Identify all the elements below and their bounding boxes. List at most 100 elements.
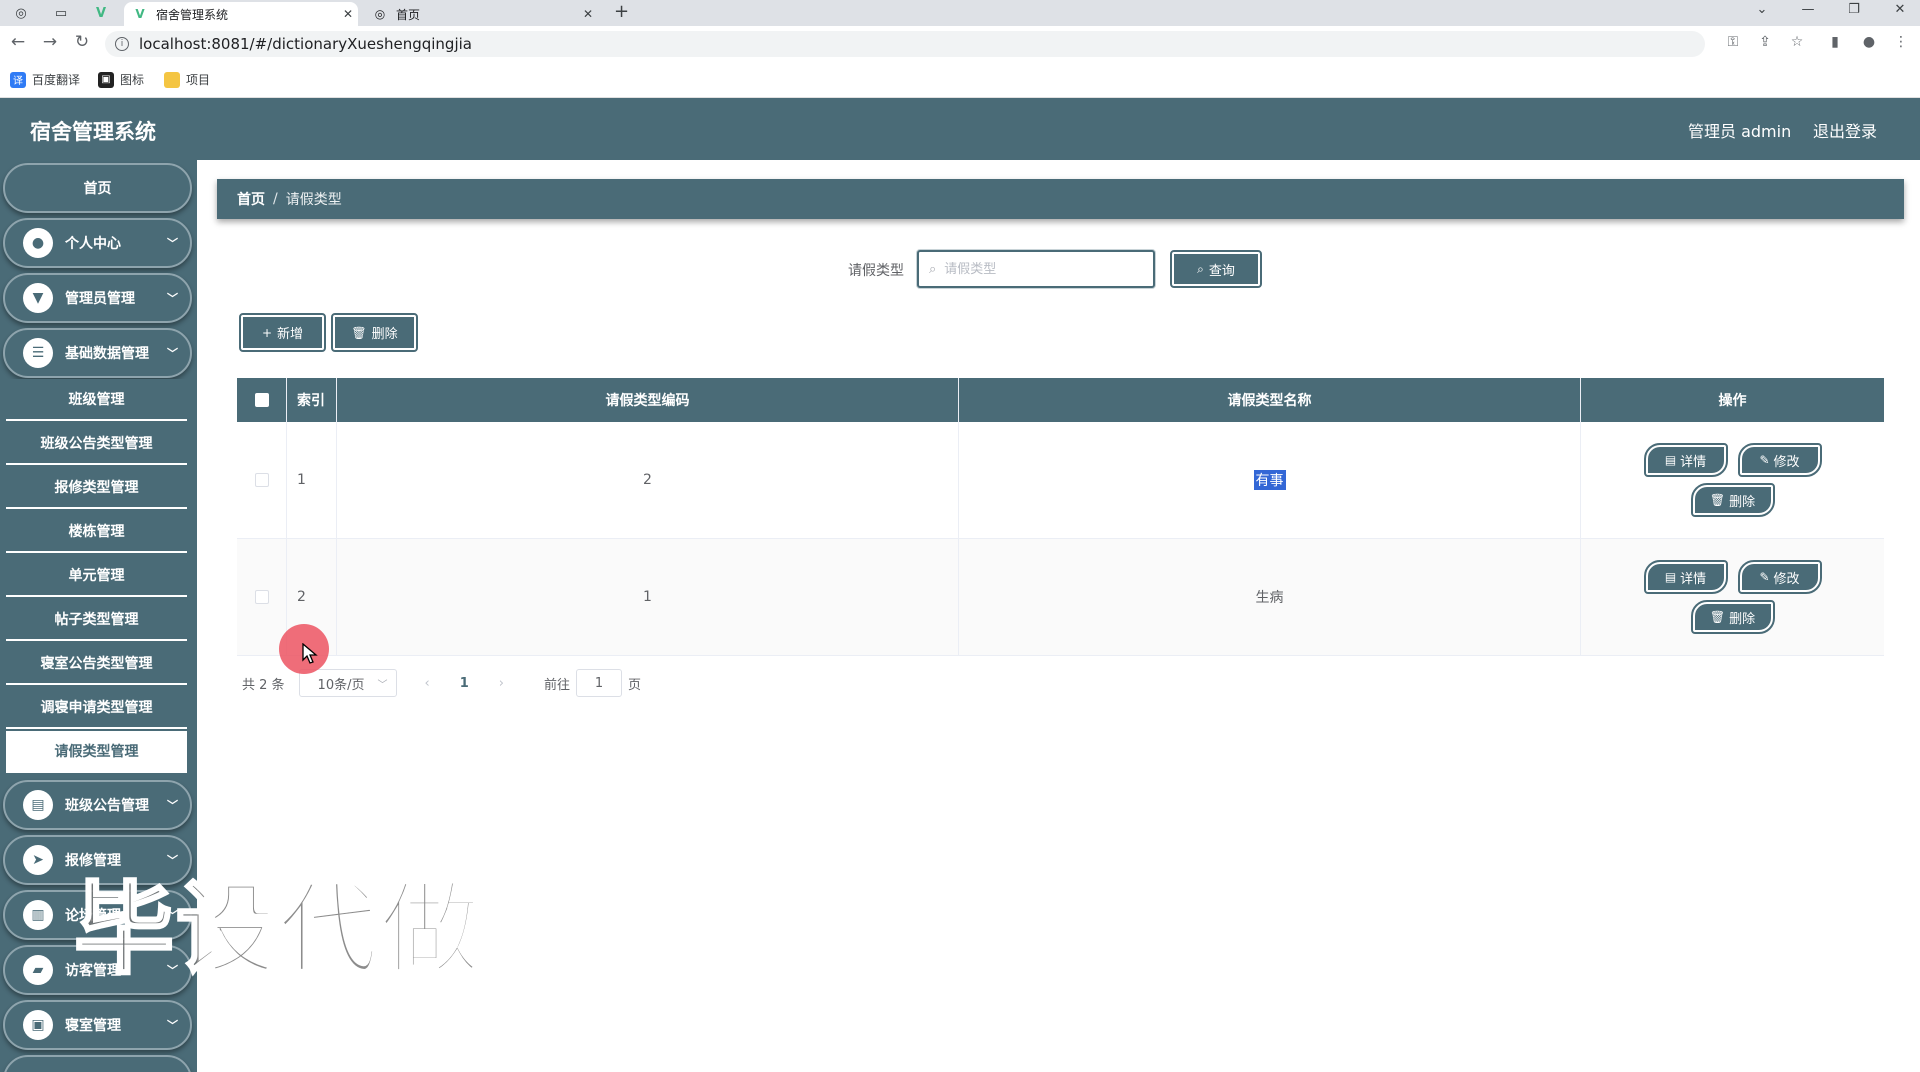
delete-button[interactable]: 🗑 删除: [1690, 600, 1775, 634]
submenu-unit[interactable]: 单元管理: [6, 555, 187, 597]
detail-label: 详情: [1680, 571, 1707, 587]
search-icon: ⌕: [929, 261, 937, 277]
back-icon[interactable]: ←: [6, 32, 30, 52]
tab-home[interactable]: ◎ 首页 ✕: [364, 2, 598, 26]
row-checkbox[interactable]: [254, 473, 269, 487]
goto-unit: 页: [628, 677, 642, 693]
bookmarks-bar: 译 百度翻译 ▣ 图标 项目: [0, 62, 1920, 98]
chevron-down-icon: ﹀: [167, 854, 178, 867]
vue-icon: V: [135, 7, 145, 21]
detail-button[interactable]: ▤ 详情: [1643, 443, 1728, 477]
search-field[interactable]: ⌕: [917, 250, 1155, 288]
sidebar-item-home[interactable]: 首页: [3, 163, 192, 213]
edit-label: 修改: [1773, 571, 1800, 587]
app-title: 宿舍管理系统: [30, 120, 156, 144]
page-number[interactable]: 1: [460, 676, 469, 691]
sidebar-item-dorm[interactable]: ▣ 寝室管理 ﹀: [3, 1000, 192, 1050]
chevron-down-icon[interactable]: ⌄: [1742, 2, 1782, 17]
forward-icon[interactable]: →: [38, 32, 62, 52]
search-button[interactable]: ⌕ 查询: [1170, 250, 1262, 288]
translate-icon: 译: [10, 71, 26, 88]
sidebar-item-more[interactable]: [3, 1055, 192, 1072]
header-name: 请假类型名称: [959, 378, 1581, 422]
url-text: localhost:8081/#/dictionaryXueshengqingj…: [139, 35, 472, 53]
sidebar-item-class-notice[interactable]: ▤ 班级公告管理 ﹀: [3, 780, 192, 830]
add-button[interactable]: + 新增: [239, 313, 326, 352]
tab-title: 宿舍管理系统: [156, 7, 229, 22]
chevron-down-icon: ﹀: [167, 799, 178, 812]
sidebar-item-basic-data[interactable]: ☰ 基础数据管理 ﹀: [3, 328, 192, 378]
submenu-post-type[interactable]: 帖子类型管理: [6, 599, 187, 641]
clipboard-icon: ▤: [23, 790, 53, 820]
row-select-cell: [237, 422, 287, 538]
submenu-room-change-type[interactable]: 调寝申请类型管理: [6, 687, 187, 729]
row-checkbox[interactable]: [254, 590, 269, 604]
window-close-icon[interactable]: ✕: [1880, 2, 1920, 17]
admin-icon: ▼: [23, 283, 53, 313]
row-index: 1: [287, 422, 337, 538]
edit-button[interactable]: ✎ 修改: [1737, 560, 1822, 594]
close-icon[interactable]: ✕: [338, 7, 358, 21]
edit-button[interactable]: ✎ 修改: [1737, 443, 1822, 477]
minimize-icon[interactable]: —: [1788, 2, 1828, 17]
delete-label: 删除: [1729, 611, 1756, 627]
chevron-down-icon: ﹀: [167, 347, 178, 360]
profile-icon[interactable]: ●: [1858, 34, 1880, 50]
submenu-class[interactable]: 班级管理: [6, 379, 187, 421]
select-all-checkbox[interactable]: [254, 393, 269, 407]
page-size-select[interactable]: 10条/页 ﹀: [298, 669, 397, 697]
search-input[interactable]: [944, 261, 1125, 277]
star-icon[interactable]: ☆: [1786, 34, 1808, 50]
next-page-icon[interactable]: ›: [499, 676, 504, 691]
list-icon: ☰: [23, 338, 53, 368]
blank-tab-icon[interactable]: ▭: [48, 4, 74, 22]
close-icon[interactable]: ✕: [578, 7, 598, 21]
submenu-building[interactable]: 楼栋管理: [6, 511, 187, 553]
mouse-pointer-icon: [302, 643, 318, 664]
info-icon[interactable]: i: [115, 37, 129, 51]
bookmark-baidu-translate[interactable]: 译 百度翻译: [10, 71, 80, 88]
row-name: 生病: [959, 539, 1581, 655]
row-actions: ▤ 详情 ✎ 修改 🗑 删除: [1581, 539, 1884, 655]
submenu-repair-type[interactable]: 报修类型管理: [6, 467, 187, 509]
tab-dormitory-system[interactable]: V 宿舍管理系统 ✕: [124, 2, 358, 26]
row-code: 1: [337, 539, 959, 655]
delete-button[interactable]: 🗑 删除: [1690, 483, 1775, 517]
batch-delete-button[interactable]: 🗑 删除: [331, 313, 418, 352]
bookmark-icons[interactable]: ▣ 图标: [98, 71, 144, 88]
vue-icon[interactable]: V: [88, 4, 114, 22]
new-tab-icon[interactable]: +: [614, 1, 629, 22]
table-header: 索引 请假类型编码 请假类型名称 操作: [237, 378, 1884, 422]
submenu-dorm-notice-type[interactable]: 寝室公告类型管理: [6, 643, 187, 685]
document-icon: ▤: [1664, 453, 1677, 467]
leave-type-table: 索引 请假类型编码 请假类型名称 操作 1 2 有事 ▤ 详情 ✎ 修改 🗑 删除 2…: [237, 378, 1884, 656]
detail-button[interactable]: ▤ 详情: [1643, 560, 1728, 594]
sidebar-item-admin-management[interactable]: ▼ 管理员管理 ﹀: [3, 273, 192, 323]
sidepanel-icon[interactable]: ▮: [1824, 34, 1846, 50]
breadcrumb-home[interactable]: 首页: [237, 189, 265, 209]
restore-icon[interactable]: ❐: [1834, 2, 1874, 17]
table-row: 2 1 生病 ▤ 详情 ✎ 修改 🗑 删除: [237, 539, 1884, 656]
url-field[interactable]: i localhost:8081/#/dictionaryXueshengqin…: [105, 31, 1705, 57]
submenu-class-notice-type[interactable]: 班级公告类型管理: [6, 423, 187, 465]
chevron-down-icon: ﹀: [167, 237, 178, 250]
goto-page-input[interactable]: [576, 669, 623, 697]
header-actions: 操作: [1718, 393, 1747, 409]
sidebar-item-label: 报修管理: [65, 853, 121, 869]
sidebar-item-personal-center[interactable]: ● 个人中心 ﹀: [3, 218, 192, 268]
globe-icon[interactable]: ◎: [8, 4, 34, 22]
key-icon[interactable]: ⚿: [1722, 34, 1744, 50]
chevron-down-icon: ﹀: [377, 679, 388, 691]
share-icon[interactable]: ⇪: [1754, 34, 1776, 50]
reload-icon[interactable]: ↻: [70, 32, 94, 52]
bookmark-project[interactable]: 项目: [164, 71, 210, 88]
logout-link[interactable]: 退出登录: [1813, 118, 1877, 142]
more-icon[interactable]: ⋮: [1890, 34, 1912, 50]
prev-page-icon[interactable]: ‹: [425, 676, 430, 691]
sidebar-item-label: 个人中心: [65, 236, 121, 252]
tab-title: 首页: [396, 7, 421, 22]
folder-icon: [164, 71, 180, 88]
delete-label: 删除: [1729, 494, 1756, 510]
pencil-icon: ✎: [1759, 570, 1770, 584]
submenu-leave-type[interactable]: 请假类型管理: [6, 731, 187, 773]
